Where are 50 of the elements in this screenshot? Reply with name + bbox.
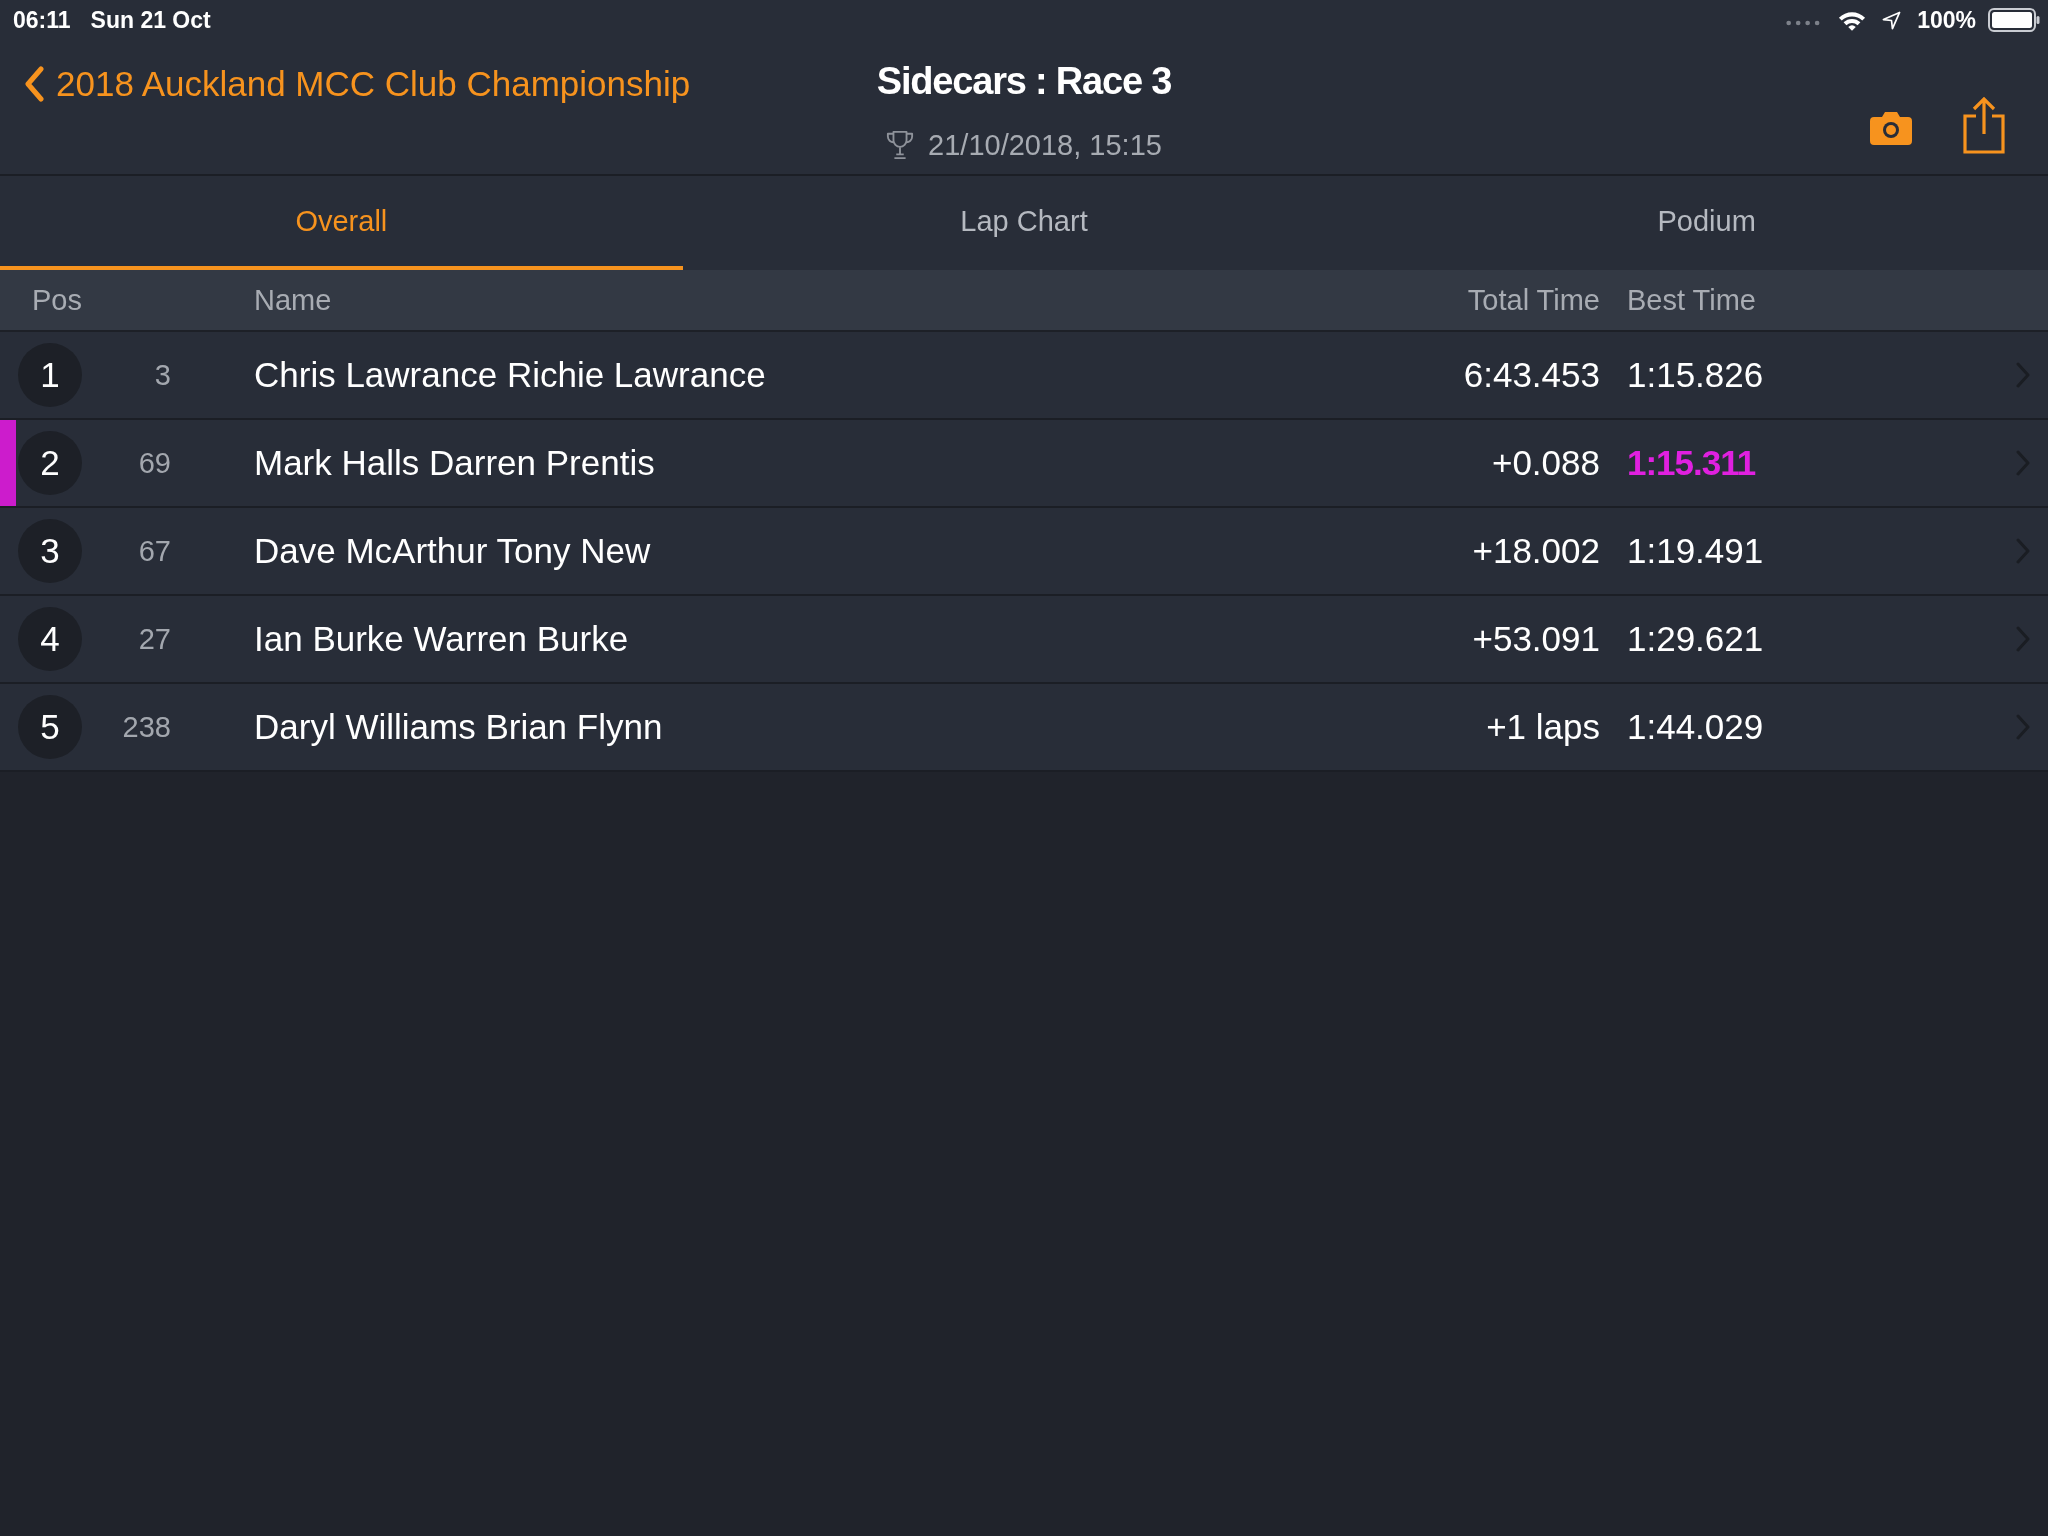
rider-names: Dave McArthur Tony New xyxy=(254,531,652,571)
position-badge: 4 xyxy=(18,607,82,671)
status-time: 06:11 xyxy=(13,6,71,34)
best-time: 1:19.491 xyxy=(1627,531,1765,571)
share-icon[interactable] xyxy=(1962,97,2006,155)
race-number: 27 xyxy=(137,622,171,656)
race-number: 69 xyxy=(137,446,171,480)
position-badge: 2 xyxy=(18,431,82,495)
race-number: 3 xyxy=(153,358,171,392)
result-row[interactable]: 4 27 Ian Burke Warren Burke +53.091 1:29.621 xyxy=(0,596,2048,684)
camera-icon[interactable] xyxy=(1870,111,1912,145)
rider-names: Daryl Williams Brian Flynn xyxy=(254,707,664,747)
back-button[interactable]: 2018 Auckland MCC Club Championship xyxy=(24,60,691,108)
position-badge: 1 xyxy=(18,343,82,407)
total-time: +53.091 xyxy=(1471,619,1600,659)
tab[interactable]: Podium xyxy=(1365,176,2048,270)
chevron-left-icon xyxy=(24,66,44,102)
rider-names: Ian Burke Warren Burke xyxy=(254,619,630,659)
best-time: 1:44.029 xyxy=(1627,707,1765,747)
race-number: 238 xyxy=(121,710,171,744)
location-arrow-icon xyxy=(1882,10,1902,30)
total-time: 6:43.453 xyxy=(1462,355,1600,395)
result-row[interactable]: 1 3 Chris Lawrance Richie Lawrance 6:43.453 1:15.826 xyxy=(0,332,2048,420)
best-time: 1:15.826 xyxy=(1627,355,1765,395)
column-header: Best Time xyxy=(1627,283,1757,317)
battery-percent: 100% xyxy=(1917,6,1976,34)
best-time: 1:29.621 xyxy=(1627,619,1765,659)
total-time: +18.002 xyxy=(1471,531,1600,571)
battery-icon xyxy=(1988,8,2040,32)
best-time: 1:15.311 xyxy=(1627,443,1757,483)
wifi-icon xyxy=(1838,9,1867,31)
status-date: Sun 21 Oct xyxy=(90,6,211,34)
column-header: Pos xyxy=(32,283,83,317)
race-date: 21/10/2018, 15:15 xyxy=(928,128,1162,163)
result-row[interactable]: 5 238 Daryl Williams Brian Flynn +1 laps 1:44.029 xyxy=(0,684,2048,772)
rider-names: Chris Lawrance Richie Lawrance xyxy=(254,355,767,395)
tab[interactable]: Lap Chart xyxy=(682,176,1366,270)
race-number: 67 xyxy=(137,534,171,568)
position-badge: 3 xyxy=(18,519,82,583)
signal-dots-icon xyxy=(1786,20,1821,26)
result-row[interactable]: 2 69 Mark Halls Darren Prentis +0.088 1:15.311 xyxy=(0,420,2048,508)
result-row[interactable]: 3 67 Dave McArthur Tony New +18.002 1:19.491 xyxy=(0,508,2048,596)
total-time: +1 laps xyxy=(1485,707,1600,747)
column-header: Total Time xyxy=(1466,283,1600,317)
trophy-icon xyxy=(886,130,915,160)
position-badge: 5 xyxy=(18,695,82,759)
total-time: +0.088 xyxy=(1490,443,1600,483)
column-header: Name xyxy=(254,283,333,317)
rider-names: Mark Halls Darren Prentis xyxy=(254,443,656,483)
race-title: Sidecars : Race 3 xyxy=(876,59,1172,103)
